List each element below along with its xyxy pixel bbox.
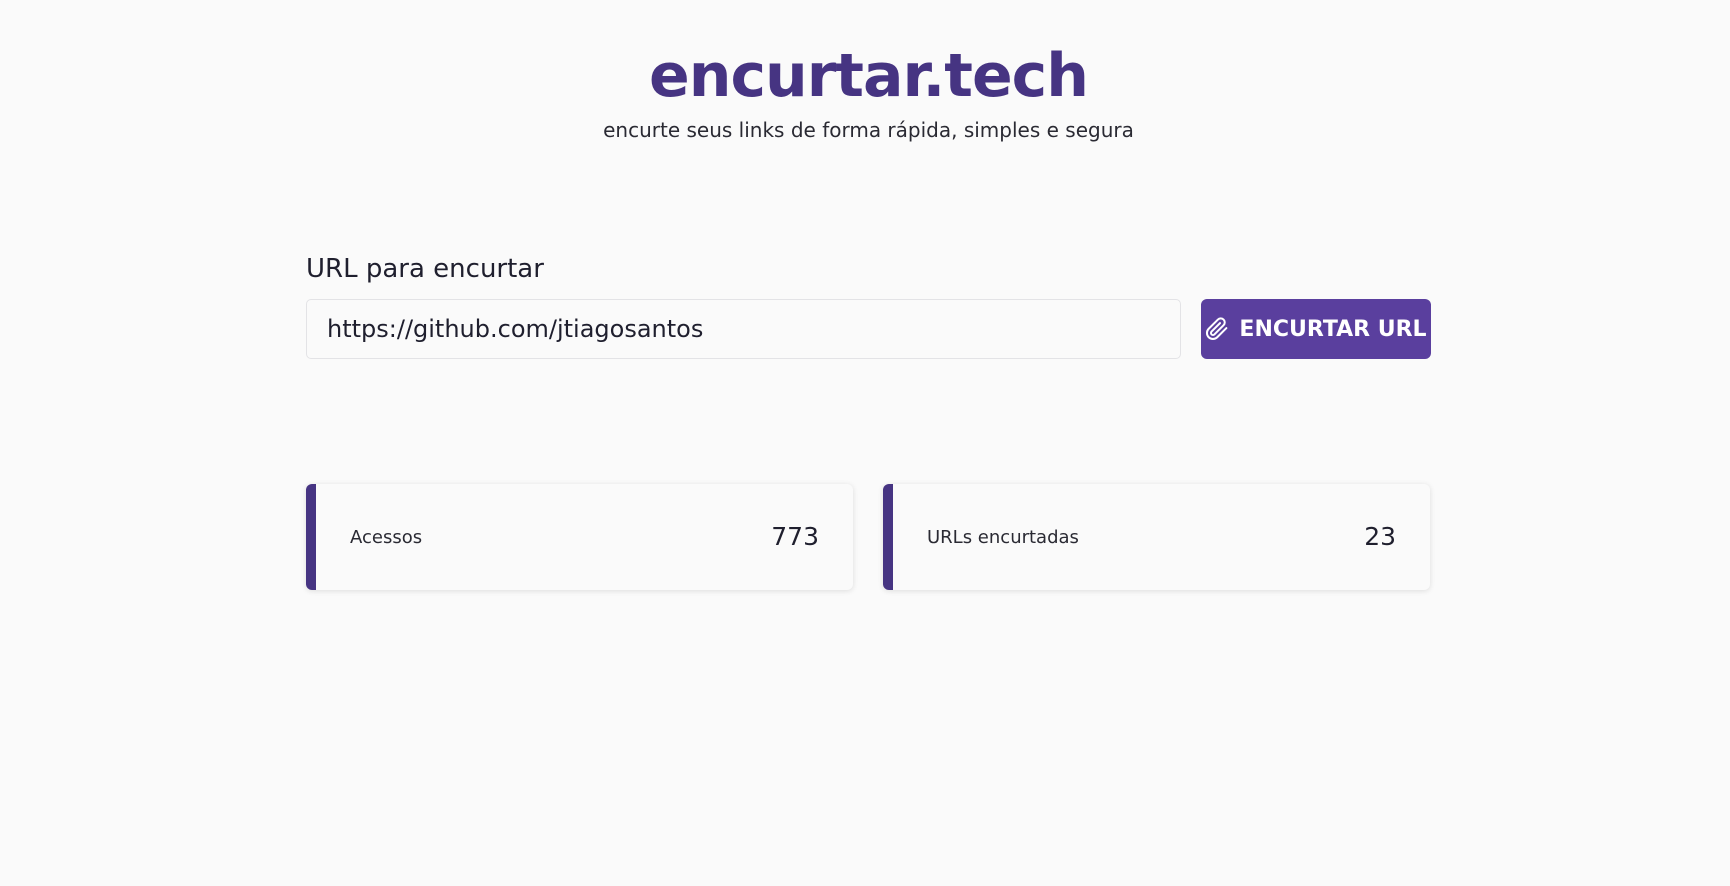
page: encurtar.tech encurte seus links de form…: [0, 0, 1730, 886]
shortened-urls-stat-card: URLs encurtadas 23: [883, 484, 1430, 590]
accesses-value: 773: [771, 522, 819, 551]
paperclip-icon: [1205, 317, 1229, 341]
card-accent-bar: [306, 484, 316, 590]
shorten-url-button-label: ENCURTAR URL: [1239, 316, 1427, 342]
url-field-label: URL para encurtar: [306, 254, 544, 284]
accesses-label: Acessos: [350, 527, 423, 548]
accesses-stat-card: Acessos 773: [306, 484, 853, 590]
tagline: encurte seus links de forma rápida, simp…: [603, 118, 1134, 142]
logo: encurtar.tech: [649, 41, 1089, 111]
shortened-urls-label: URLs encurtadas: [927, 527, 1079, 548]
shortened-urls-value: 23: [1364, 522, 1396, 551]
shorten-url-button[interactable]: ENCURTAR URL: [1201, 299, 1431, 359]
card-accent-bar: [883, 484, 893, 590]
url-input[interactable]: [306, 299, 1181, 359]
